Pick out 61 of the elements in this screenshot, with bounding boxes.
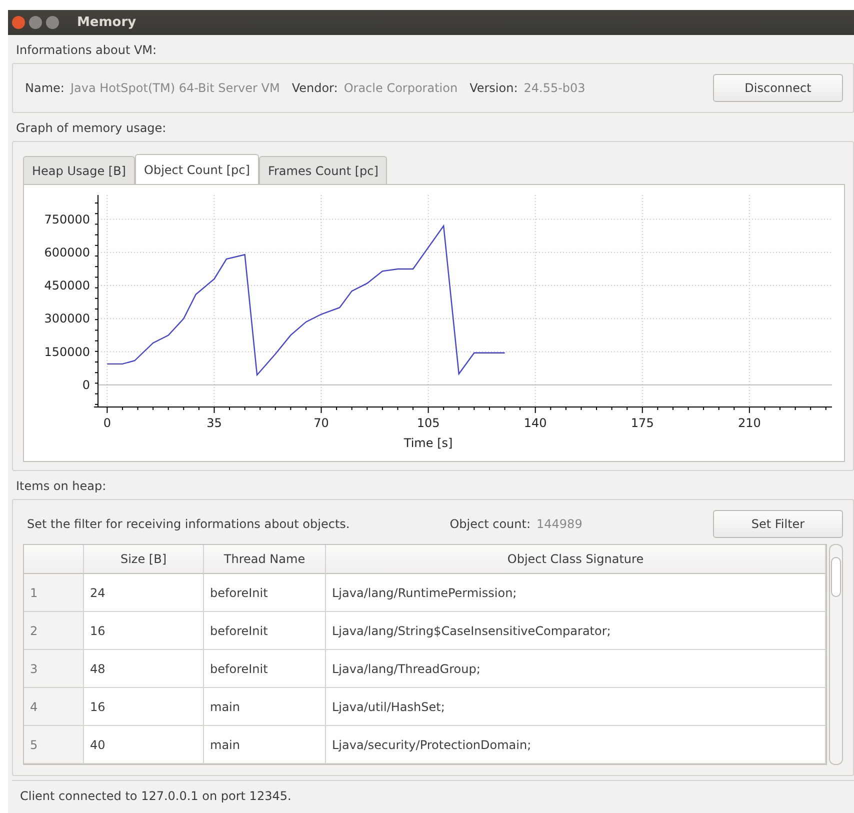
maximize-icon[interactable] <box>46 16 59 29</box>
column-header[interactable]: Size [B] <box>84 545 204 574</box>
x-tick-label: 210 <box>738 416 761 430</box>
table-cell: Ljava/util/HashSet; <box>326 688 826 726</box>
tab[interactable]: Frames Count [pc] <box>258 156 388 184</box>
table-cell: Ljava/lang/ThreadGroup; <box>326 650 826 688</box>
header-corner <box>24 545 84 574</box>
field-value: Java HotSpot(TM) 64-Bit Server VM <box>70 81 280 95</box>
x-tick-label: 70 <box>314 416 329 430</box>
tab[interactable]: Heap Usage [B] <box>23 156 135 184</box>
y-tick-label: 450000 <box>44 278 90 293</box>
x-tick-label: 0 <box>103 416 111 430</box>
column-header[interactable]: Thread Name <box>204 545 326 574</box>
y-tick-label: 150000 <box>44 344 90 359</box>
row-number: 1 <box>24 574 84 612</box>
scrollbar[interactable] <box>829 544 843 765</box>
field-label: Vendor: <box>292 81 338 95</box>
table-cell: 16 <box>84 688 204 726</box>
column-header[interactable]: Object Class Signature <box>326 545 826 574</box>
y-tick-label: 600000 <box>44 245 90 260</box>
x-tick-label: 35 <box>206 416 222 430</box>
row-number: 5 <box>24 726 84 764</box>
field-label: Version: <box>470 81 518 95</box>
y-tick-label: 300000 <box>44 312 90 326</box>
table-cell: main <box>204 726 326 764</box>
x-axis-title: Time [s] <box>404 436 453 450</box>
x-tick-label: 175 <box>630 416 654 430</box>
y-tick-label: 0 <box>82 378 90 392</box>
status-text: Client connected to 127.0.0.1 on port 12345. <box>12 780 854 803</box>
close-icon[interactable] <box>12 16 25 29</box>
field-label: Name: <box>25 81 64 95</box>
table-cell: beforeInit <box>204 650 326 688</box>
section-heading: Items on heap: <box>15 478 108 495</box>
x-tick-label: 140 <box>524 416 547 430</box>
x-tick-label: 105 <box>416 416 440 430</box>
table-cell: 24 <box>84 574 204 612</box>
table-cell: 48 <box>84 650 204 688</box>
row-number: 2 <box>24 612 84 650</box>
table-cell: 40 <box>84 726 204 764</box>
table-cell: beforeInit <box>204 612 326 650</box>
table-cell: Ljava/lang/RuntimePermission; <box>326 574 826 612</box>
filter-hint: Set the filter for receiving informations about objects. <box>27 517 350 531</box>
row-number: 4 <box>24 688 84 726</box>
field-value: Oracle Corporation <box>344 81 458 95</box>
table-cell: 16 <box>84 612 204 650</box>
count-value: 144989 <box>536 517 582 531</box>
table-cell: main <box>204 688 326 726</box>
section-heading: Informations about VM: <box>15 42 158 59</box>
y-tick-label: 750000 <box>44 212 90 226</box>
window-title: Memory <box>77 15 136 30</box>
set-filter-button[interactable]: Set Filter <box>713 510 843 538</box>
count-label: Object count: <box>450 517 531 531</box>
disconnect-button[interactable]: Disconnect <box>713 74 843 102</box>
section-heading: Graph of memory usage: <box>15 120 168 137</box>
table-cell: beforeInit <box>204 574 326 612</box>
table-cell: Ljava/lang/String$CaseInsensitiveComparator; <box>326 612 826 650</box>
row-number: 3 <box>24 650 84 688</box>
tab[interactable]: Object Count [pc] <box>135 154 259 184</box>
field-value: 24.55-b03 <box>524 81 586 95</box>
table-cell: Ljava/security/ProtectionDomain; <box>326 726 826 764</box>
minimize-icon[interactable] <box>29 16 42 29</box>
